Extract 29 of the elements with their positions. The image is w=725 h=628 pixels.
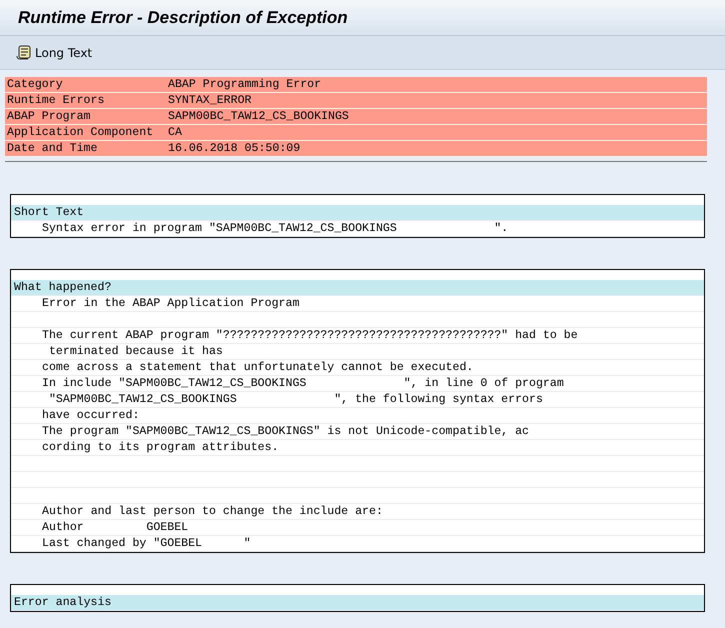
- section-text: Last changed by "GOEBEL ": [11, 536, 704, 552]
- section-text: The current ABAP program "????????????????????????????????????????" had to be: [11, 328, 704, 344]
- window-title: Runtime Error - Description of Exception: [18, 8, 348, 28]
- summary-label: Date and Time: [6, 141, 98, 156]
- section-text: come across a statement that unfortunately cannot be executed.: [11, 360, 704, 376]
- section-text: Error in the ABAP Application Program: [11, 296, 704, 312]
- section-text: Author and last person to change the include are:: [11, 504, 704, 520]
- section-text: have occurred:: [11, 408, 704, 424]
- summary-label: Category: [6, 77, 64, 92]
- section-text: The program "SAPM00BC_TAW12_CS_BOOKINGS" is not Unicode-compatible, ac: [11, 424, 704, 440]
- section-heading: Short Text: [11, 205, 704, 221]
- summary-value: CA: [168, 125, 182, 140]
- section-text: Author GOEBEL: [11, 520, 704, 536]
- summary-value: SYNTAX_ERROR: [168, 93, 252, 108]
- long-text-button[interactable]: Long Text: [14, 43, 94, 62]
- summary-label: ABAP Program: [6, 109, 92, 124]
- section-text: "SAPM00BC_TAW12_CS_BOOKINGS ", the following syntax errors: [11, 392, 704, 408]
- summary-value: SAPM00BC_TAW12_CS_BOOKINGS: [168, 109, 349, 124]
- section-text: terminated because it has: [11, 344, 704, 360]
- summary-value: ABAP Programming Error: [168, 77, 322, 92]
- section-text: Syntax error in program "SAPM00BC_TAW12_CS_BOOKINGS ".: [11, 221, 704, 237]
- summary-value: 16.06.2018 05:50:09: [168, 141, 300, 156]
- summary-label: Application Component: [6, 125, 154, 140]
- section-heading: Error analysis: [11, 595, 704, 611]
- section-text: cording to its program attributes.: [11, 440, 704, 456]
- scroll-icon: [16, 45, 32, 60]
- summary-label: Runtime Errors: [6, 93, 106, 108]
- section-text: In include "SAPM00BC_TAW12_CS_BOOKINGS ", in line 0 of program: [11, 376, 704, 392]
- section-heading: What happened?: [11, 280, 704, 296]
